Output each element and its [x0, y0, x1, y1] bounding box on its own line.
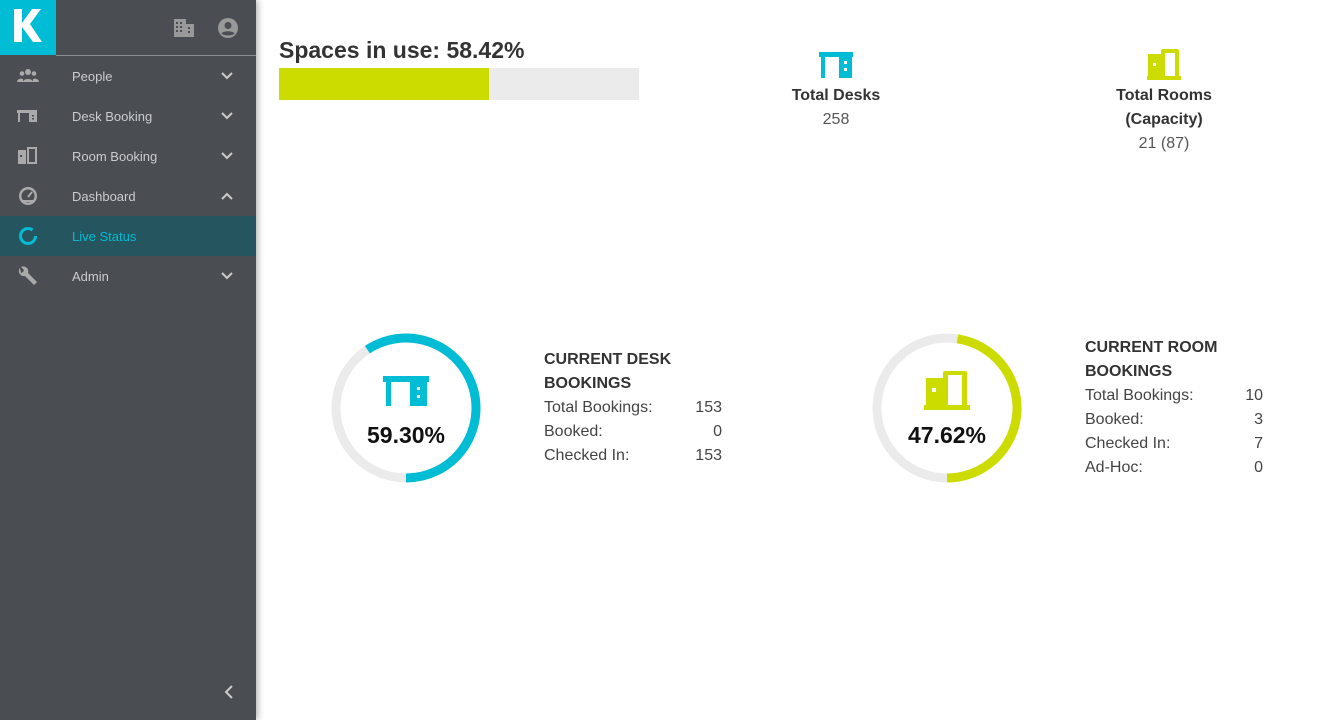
room-ring — [872, 333, 1022, 483]
sidebar-item-dashboard[interactable]: Dashboard — [0, 176, 256, 216]
sidebar-item-people[interactable]: People — [0, 56, 256, 96]
sidebar: People Desk Booking Room Booking Dashboa… — [0, 0, 256, 720]
door-icon — [18, 147, 37, 164]
total-desks-label: Total Desks — [791, 87, 881, 104]
row-label: Total Bookings: — [1085, 387, 1194, 404]
row-value: 0 — [713, 423, 722, 440]
desk-percent: 59.30% — [366, 422, 445, 448]
chevron-up-icon — [221, 192, 233, 200]
chevron-down-icon — [221, 72, 233, 80]
sidebar-item-label: Live Status — [72, 228, 137, 244]
total-rooms-label: Total Rooms — [1116, 87, 1212, 104]
chevron-down-icon — [221, 272, 233, 280]
ring-icon — [19, 227, 37, 245]
chevron-down-icon — [221, 112, 233, 120]
wrench-icon — [18, 266, 37, 285]
sidebar-item-label: Desk Booking — [72, 108, 153, 124]
desk-icon — [383, 376, 429, 406]
desk-icon — [819, 52, 853, 78]
total-desks-value: 258 — [822, 111, 850, 128]
stat-row: Ad-Hoc: 0 — [1085, 456, 1263, 480]
sidebar-item-label: Admin — [72, 268, 109, 284]
desk-ring — [331, 333, 481, 483]
room-bookings-panel: CURRENT ROOM BOOKINGS Total Bookings: 10 … — [1085, 336, 1263, 480]
logo-k-icon — [14, 9, 42, 42]
row-value: 7 — [1254, 435, 1263, 452]
stat-row: Total Bookings: 10 — [1085, 384, 1263, 408]
account-icon[interactable] — [217, 17, 239, 39]
sidebar-item-label: People — [72, 68, 113, 84]
row-label: Booked: — [1085, 411, 1144, 428]
spaces-in-use-title: Spaces in use: 58.42% — [279, 37, 525, 63]
room-percent: 47.62% — [907, 422, 986, 448]
sidebar-item-label: Room Booking — [72, 148, 158, 164]
collapse-sidebar-icon[interactable] — [222, 684, 236, 700]
total-desks: Total Desks 258 — [766, 84, 906, 132]
row-value: 153 — [695, 447, 722, 464]
room-bookings-title: CURRENT ROOM — [1085, 339, 1218, 356]
gauge-icon — [19, 187, 37, 205]
progress-fill — [279, 68, 490, 100]
total-rooms: Total Rooms (Capacity) 21 (87) — [1094, 84, 1234, 156]
row-label: Checked In: — [544, 447, 630, 464]
row-value: 153 — [695, 399, 722, 416]
row-label: Booked: — [544, 423, 603, 440]
row-label: Total Bookings: — [544, 399, 653, 416]
desk-bookings-title: BOOKINGS — [544, 375, 632, 392]
desk-bookings-panel: CURRENT DESK BOOKINGS Total Bookings: 153… — [544, 348, 722, 468]
door-icon — [924, 371, 970, 410]
row-label: Ad-Hoc: — [1085, 459, 1143, 476]
row-value: 10 — [1245, 387, 1263, 404]
row-value: 3 — [1254, 411, 1263, 428]
desk-bookings-title: CURRENT DESK — [544, 351, 672, 368]
stat-row: Checked In: 7 — [1085, 432, 1263, 456]
stat-row: Booked: 3 — [1085, 408, 1263, 432]
ring-progress — [364, 333, 481, 483]
building-icon[interactable] — [173, 17, 195, 39]
desk-icon — [17, 110, 37, 122]
people-icon — [17, 69, 39, 82]
logo[interactable] — [0, 0, 56, 55]
spaces-progress-bar — [279, 68, 639, 100]
total-rooms-value: 21 (87) — [1138, 135, 1190, 152]
stat-row: Total Bookings: 153 — [544, 396, 722, 420]
sidebar-item-label: Dashboard — [72, 188, 136, 204]
stat-row: Checked In: 153 — [544, 444, 722, 468]
sidebar-item-room-booking[interactable]: Room Booking — [0, 136, 256, 176]
chevron-down-icon — [221, 152, 233, 160]
sidebar-item-live-status[interactable]: Live Status — [0, 216, 256, 256]
sidebar-item-admin[interactable]: Admin — [0, 256, 256, 296]
door-icon — [1147, 49, 1181, 80]
stat-row: Booked: 0 — [544, 420, 722, 444]
sidebar-item-desk-booking[interactable]: Desk Booking — [0, 96, 256, 136]
room-bookings-title: BOOKINGS — [1085, 363, 1173, 380]
row-label: Checked In: — [1085, 435, 1171, 452]
total-rooms-sublabel: (Capacity) — [1125, 111, 1203, 128]
row-value: 0 — [1254, 459, 1263, 476]
